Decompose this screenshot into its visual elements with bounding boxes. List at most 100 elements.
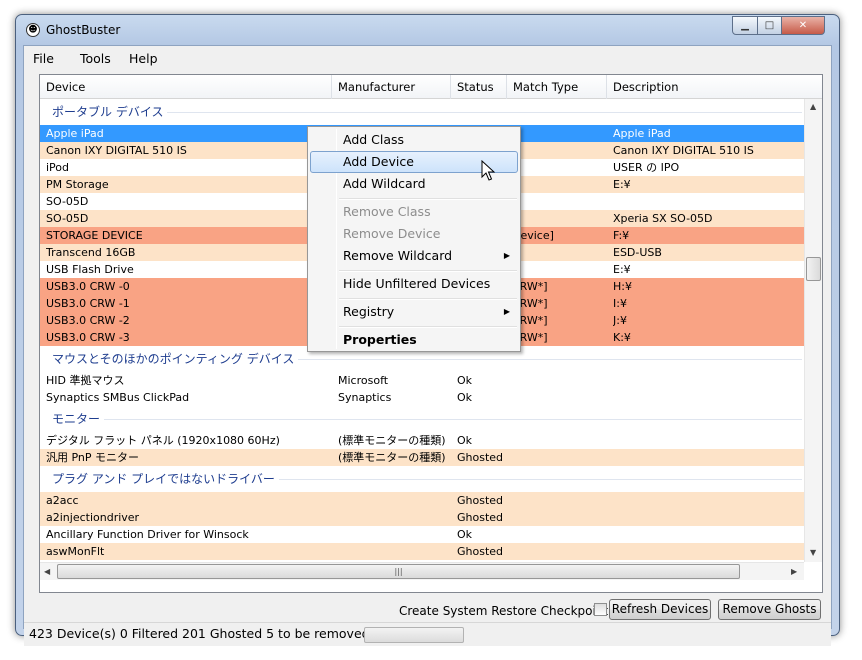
- status-cell: Ok: [457, 434, 473, 447]
- device-name-cell: PM Storage: [46, 178, 109, 191]
- menu-item-remove-device[interactable]: Remove Device: [310, 223, 518, 245]
- device-name-cell: 汎用 PnP モニター: [46, 451, 140, 464]
- list-header: Device Manufacturer Status Match Type De…: [40, 75, 822, 99]
- scroll-up-icon[interactable]: ▲: [810, 102, 816, 111]
- device-name-cell: デジタル フラット パネル (1920x1080 60Hz): [46, 434, 280, 447]
- group-divider: [52, 419, 802, 420]
- manufacturer-cell: (標準モニターの種類): [338, 434, 446, 447]
- vertical-scroll-thumb[interactable]: [806, 257, 821, 281]
- menu-separator: [339, 270, 517, 272]
- group-header[interactable]: モニター: [40, 406, 804, 432]
- device-name-cell: SO-05D: [46, 212, 89, 225]
- match-type-cell: CRW*]: [512, 331, 548, 344]
- status-cell: Ghosted: [457, 511, 504, 524]
- device-name-cell: Synaptics SMBus ClickPad: [46, 391, 190, 404]
- column-header-description[interactable]: Description: [607, 75, 804, 99]
- menu-separator: [339, 298, 517, 300]
- menu-item-label: Registry: [343, 304, 395, 319]
- group-label: マウスとそのほかのポインティング デバイス: [52, 346, 299, 372]
- device-row[interactable]: Synaptics SMBus ClickPad Synaptics Ok: [40, 389, 804, 406]
- column-header-manufacturer[interactable]: Manufacturer: [332, 75, 451, 99]
- manufacturer-cell: Synaptics: [338, 391, 392, 404]
- device-name-cell: a2injectiondriver: [46, 511, 140, 524]
- restore-checkpoint-label: Create System Restore Checkpoint: [399, 604, 609, 618]
- menu-item-label: Hide Unfiltered Devices: [343, 276, 491, 291]
- menu-separator: [339, 326, 517, 328]
- device-name-cell: USB3.0 CRW -0: [46, 280, 130, 293]
- group-header[interactable]: ポータブル デバイス: [40, 99, 804, 125]
- group-label: モニター: [52, 406, 105, 432]
- description-cell: E:¥: [613, 178, 631, 191]
- menu-item-hide-unfiltered-devices[interactable]: Hide Unfiltered Devices: [310, 273, 518, 295]
- menu-help[interactable]: Help: [129, 51, 158, 66]
- ghost-app-icon: ☻: [26, 23, 40, 37]
- description-cell: K:¥: [613, 331, 631, 344]
- device-name-cell: USB Flash Drive: [46, 263, 134, 276]
- status-text: 423 Device(s) 0 Filtered 201 Ghosted 5 t…: [29, 626, 370, 641]
- submenu-arrow-icon: ▶: [503, 307, 510, 316]
- menu-item-label: Add Class: [343, 132, 405, 147]
- menu-item-properties[interactable]: Properties: [310, 329, 518, 351]
- remove-ghosts-button[interactable]: Remove Ghosts: [718, 599, 821, 620]
- vertical-scrollbar[interactable]: ▲ ▼: [804, 99, 822, 562]
- menu-item-label: Add Wildcard: [343, 176, 426, 191]
- menu-item-label: Remove Device: [343, 226, 441, 241]
- status-cell: Ok: [457, 374, 473, 387]
- scroll-down-icon[interactable]: ▼: [810, 548, 816, 557]
- group-label: プラグ アンド プレイではないドライバー: [52, 466, 279, 492]
- device-row[interactable]: デジタル フラット パネル (1920x1080 60Hz) (標準モニターの種類…: [40, 432, 804, 449]
- scroll-left-icon[interactable]: ◀: [44, 567, 50, 576]
- device-name-cell: Canon IXY DIGITAL 510 IS: [46, 144, 187, 157]
- scroll-right-icon[interactable]: ▶: [791, 567, 797, 576]
- menu-item-add-class[interactable]: Add Class: [310, 129, 518, 151]
- description-cell: E:¥: [613, 263, 631, 276]
- menu-tools[interactable]: Tools: [80, 51, 111, 66]
- device-name-cell: aswMonFlt: [46, 545, 105, 558]
- restore-checkpoint-checkbox[interactable]: [594, 603, 607, 616]
- column-header-status[interactable]: Status: [451, 75, 507, 99]
- status-cell: Ghosted: [457, 494, 504, 507]
- status-cell: Ok: [457, 391, 473, 404]
- device-row[interactable]: a2acc Ghosted: [40, 492, 804, 509]
- horizontal-scroll-thumb[interactable]: |||: [57, 564, 740, 579]
- status-cell: Ghosted: [457, 451, 504, 464]
- horizontal-scrollbar[interactable]: ◀ ||| ▶: [40, 562, 804, 580]
- menu-bar: File Tools Help: [24, 46, 831, 70]
- manufacturer-cell: (標準モニターの種類): [338, 451, 446, 464]
- device-name-cell: STORAGE DEVICE: [46, 229, 143, 242]
- refresh-devices-button[interactable]: Refresh Devices: [609, 599, 711, 620]
- device-row[interactable]: a2injectiondriver Ghosted: [40, 509, 804, 526]
- device-name-cell: USB3.0 CRW -1: [46, 297, 130, 310]
- progress-bar: [364, 627, 464, 643]
- device-name-cell: Transcend 16GB: [46, 246, 136, 259]
- device-row[interactable]: Ancillary Function Driver for Winsock Ok: [40, 526, 804, 543]
- menu-item-registry[interactable]: Registry ▶: [310, 301, 518, 323]
- column-header-match-type[interactable]: Match Type: [507, 75, 607, 99]
- group-header[interactable]: プラグ アンド プレイではないドライバー: [40, 466, 804, 492]
- device-name-cell: iPod: [46, 161, 70, 174]
- device-name-cell: a2acc: [46, 494, 79, 507]
- device-name-cell: SO-05D: [46, 195, 89, 208]
- menu-item-label: Remove Wildcard: [343, 248, 453, 263]
- menu-item-remove-class[interactable]: Remove Class: [310, 201, 518, 223]
- device-row[interactable]: aswMonFlt Ghosted: [40, 543, 804, 560]
- device-name-cell: Apple iPad: [46, 127, 104, 140]
- title-bar[interactable]: ☻ GhostBuster ▁ □ ✕: [16, 15, 839, 45]
- match-type-cell: CRW*]: [512, 280, 548, 293]
- device-name-cell: USB3.0 CRW -3: [46, 331, 130, 344]
- device-row[interactable]: 汎用 PnP モニター (標準モニターの種類) Ghosted: [40, 449, 804, 466]
- menu-item-remove-wildcard[interactable]: Remove Wildcard ▶: [310, 245, 518, 267]
- device-name-cell: USB3.0 CRW -2: [46, 314, 130, 327]
- status-bar: 423 Device(s) 0 Filtered 201 Ghosted 5 t…: [24, 622, 831, 646]
- action-bar: Create System Restore Checkpoint Refresh…: [24, 596, 831, 622]
- description-cell: I:¥: [613, 297, 627, 310]
- description-cell: Canon IXY DIGITAL 510 IS: [613, 144, 754, 157]
- maximize-button[interactable]: □: [757, 16, 782, 35]
- device-row[interactable]: HID 準拠マウス Microsoft Ok: [40, 372, 804, 389]
- description-cell: F:¥: [613, 229, 630, 242]
- menu-file[interactable]: File: [33, 51, 54, 66]
- column-header-device[interactable]: Device: [40, 75, 332, 99]
- close-button[interactable]: ✕: [781, 16, 825, 35]
- match-type-cell: CRW*]: [512, 314, 548, 327]
- minimize-button[interactable]: ▁: [732, 16, 758, 35]
